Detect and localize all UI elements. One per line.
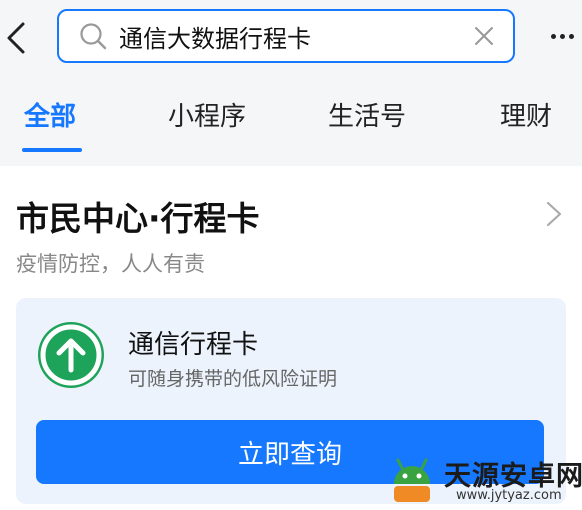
close-icon[interactable] — [473, 25, 495, 47]
search-icon — [79, 22, 107, 50]
green-up-arrow-icon — [38, 322, 104, 388]
service-name: 通信行程卡 — [128, 330, 259, 360]
chevron-right-icon[interactable] — [545, 200, 563, 228]
result-title[interactable]: 市民中心·行程卡 — [16, 192, 260, 240]
watermark: 天源安卓网 www.jytyaz.com — [386, 452, 582, 508]
tab-mini-programs[interactable]: 小程序 — [168, 96, 246, 133]
tab-finance[interactable]: 理财 — [500, 96, 552, 133]
more-dots-icon[interactable] — [546, 24, 578, 48]
tab-bar: 全部 小程序 生活号 理财 — [0, 80, 582, 166]
tab-life-accounts[interactable]: 生活号 — [328, 96, 406, 133]
search-input[interactable] — [119, 16, 459, 56]
service-description: 可随身携带的低风险证明 — [128, 368, 338, 390]
chevron-left-icon — [7, 22, 25, 54]
result-subtitle: 疫情防控，人人有责 — [16, 252, 205, 276]
top-bar — [0, 0, 582, 80]
back-button[interactable] — [2, 18, 30, 58]
android-logo-icon — [394, 458, 430, 502]
tab-all[interactable]: 全部 — [24, 96, 76, 133]
watermark-url: www.jytyaz.com — [456, 488, 562, 503]
active-tab-indicator — [22, 148, 82, 152]
search-box[interactable] — [57, 9, 515, 63]
